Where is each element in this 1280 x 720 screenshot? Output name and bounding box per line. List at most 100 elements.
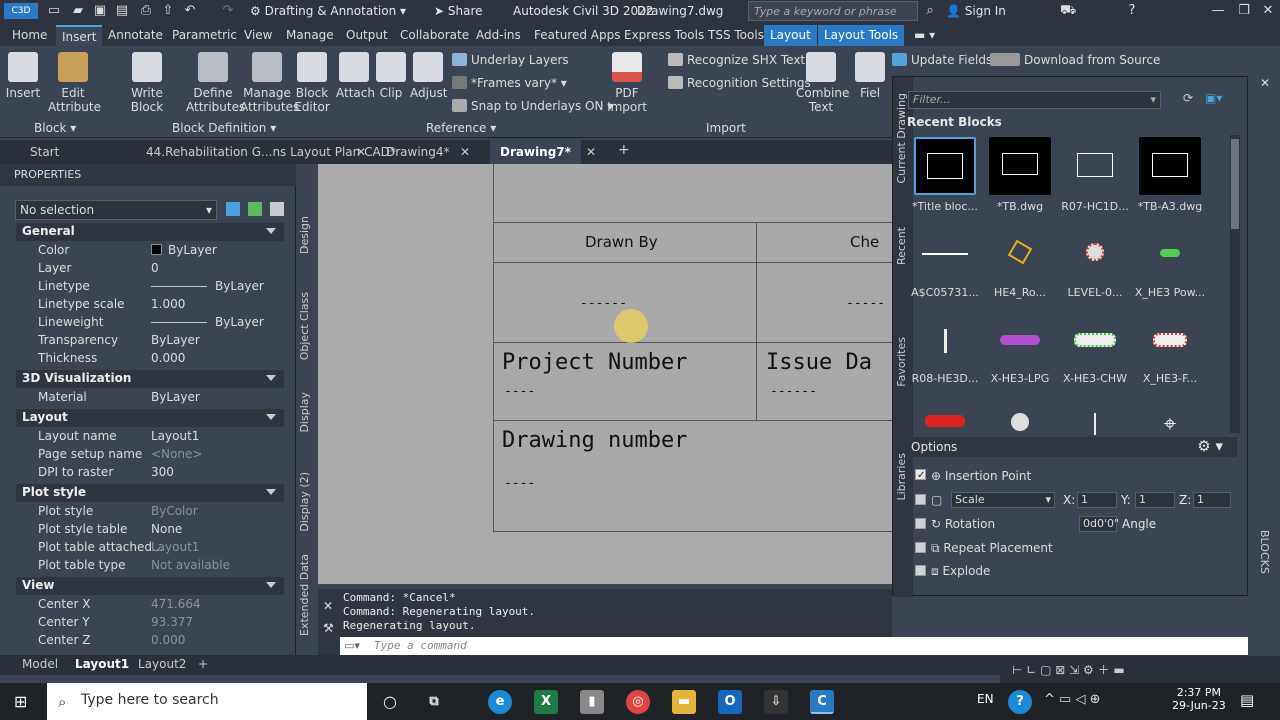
manage-attributes-button[interactable]: Manage Attributes (240, 52, 299, 114)
ribbon-toggle-icon[interactable]: ▬ ▾ (914, 28, 935, 42)
checkbox-icon[interactable] (915, 518, 926, 529)
tab-tss-tools[interactable]: TSS Tools (708, 28, 764, 42)
new-icon[interactable]: ▭ (46, 3, 62, 19)
side-tab-recent[interactable]: Recent (895, 227, 908, 265)
status-icons[interactable]: ⊢ ∟ ▢ ⊠ ⇲ ⚙ ＋ ▬ (1012, 661, 1125, 678)
block-thumb[interactable] (1064, 225, 1126, 283)
notifications-icon[interactable]: ▤ (1240, 691, 1254, 709)
rotation-input[interactable]: 0d0'0" (1079, 516, 1119, 532)
block-thumb[interactable] (914, 401, 976, 435)
doc-tab-close-icon[interactable]: ✕ (460, 145, 470, 159)
insert-button[interactable]: Insert (4, 52, 42, 100)
field-button[interactable]: Fiel (852, 52, 888, 100)
update-fields-button[interactable]: Update Fields (892, 52, 992, 68)
prop-row-layout-name[interactable]: Layout name Layout1 (16, 428, 284, 445)
block-thumb[interactable] (1064, 137, 1126, 195)
prop-row-linetype[interactable]: Linetype ByLayer (16, 278, 284, 295)
option-repeat-placement[interactable]: ⧉ Repeat Placement (915, 541, 1053, 556)
file-explorer-icon[interactable]: ▬ (672, 690, 696, 714)
prop-row-plot-table-type[interactable]: Plot table type Not available (16, 557, 284, 574)
write-block-button[interactable]: Write Block (116, 52, 178, 114)
option-insertion-point[interactable]: ⊕ Insertion Point (915, 469, 1031, 483)
help-search-input[interactable]: Type a keyword or phrase (748, 1, 918, 21)
combine-text-button[interactable]: Combine Text (796, 52, 849, 114)
open-icon[interactable]: ▰ (70, 3, 86, 19)
save-as-icon[interactable]: ▤ (114, 3, 130, 19)
prop-row-center-y[interactable]: Center Y 93.377 (16, 614, 284, 631)
frames-vary-dropdown[interactable]: *Frames vary* ▾ (452, 75, 567, 91)
new-tab-icon[interactable]: + (618, 142, 630, 158)
cart-icon[interactable]: ⛟ (1060, 3, 1076, 19)
customize-command-icon[interactable]: ⚒ (323, 621, 334, 635)
tab-collaborate[interactable]: Collaborate (400, 28, 469, 42)
block-thumb[interactable] (1139, 137, 1201, 195)
layout-tab-layout2[interactable]: Layout2 (138, 657, 186, 671)
block-thumb[interactable] (1139, 313, 1201, 371)
command-input[interactable]: Type a command (340, 637, 1280, 655)
block-thumb[interactable] (989, 401, 1051, 435)
side-tab-display[interactable]: Display (298, 392, 311, 433)
section-view[interactable]: View (16, 577, 284, 595)
plot-icon[interactable]: ⎙ (138, 3, 154, 19)
prop-row-linetype-scale[interactable]: Linetype scale 1.000 (16, 296, 284, 313)
add-layout-icon[interactable]: + (198, 657, 208, 671)
clock[interactable]: 2:37 PM 29-Jun-23 (1172, 686, 1226, 712)
download-from-source-button[interactable]: Download from Source (990, 52, 1160, 68)
tab-express-tools[interactable]: Express Tools (624, 28, 704, 42)
gear-icon[interactable]: ⚙ ▾ (1197, 437, 1223, 455)
scale-y-input[interactable]: 1 (1135, 492, 1175, 508)
tab-layout[interactable]: Layout (764, 25, 817, 46)
checkbox-icon[interactable] (915, 565, 926, 576)
share-icon-small[interactable]: ⇧ (160, 3, 176, 19)
checkbox-icon[interactable] (915, 469, 926, 480)
option-explode[interactable]: ⧈ Explode (915, 564, 990, 579)
prop-row-plot-table-attached[interactable]: Plot table attached... Layout1 (16, 539, 284, 556)
scale-x-input[interactable]: 1 (1077, 492, 1117, 508)
tab-add-ins[interactable]: Add-ins (476, 28, 521, 42)
minimize-icon[interactable]: — (1210, 3, 1226, 19)
tab-featured-apps[interactable]: Featured Apps (534, 28, 620, 42)
tab-parametric[interactable]: Parametric (172, 28, 237, 42)
block-thumb[interactable] (1064, 401, 1126, 435)
app-logo-icon[interactable]: C3D (4, 3, 38, 19)
quick-select-icon[interactable] (270, 202, 284, 216)
help-icon[interactable]: ? (1124, 3, 1140, 19)
checkbox-icon[interactable] (915, 542, 926, 553)
tab-annotate[interactable]: Annotate (108, 28, 163, 42)
prop-row-page-setup[interactable]: Page setup name <None> (16, 446, 284, 463)
redo-icon[interactable]: ↷ (220, 3, 236, 19)
checkbox-icon[interactable] (915, 494, 926, 505)
section-layout[interactable]: Layout (16, 409, 284, 427)
help-tray-icon[interactable]: ? (1008, 690, 1032, 714)
refresh-icon[interactable]: ⟳ (1183, 91, 1193, 105)
windows-start-icon[interactable]: ⊞ (14, 692, 27, 711)
outlook-icon[interactable]: O (718, 690, 742, 714)
civil3d-taskbar-icon[interactable]: C (810, 690, 834, 714)
section-3d-visualization[interactable]: 3D Visualization (16, 370, 284, 388)
side-tab-extended-data[interactable]: Extended Data (298, 554, 311, 636)
doc-tab-close-icon[interactable]: ✕ (356, 145, 366, 159)
tab-layout-tools[interactable]: Layout Tools (818, 25, 905, 46)
block-thumb[interactable] (914, 137, 976, 195)
prop-row-dpi[interactable]: DPI to raster 300 (16, 464, 284, 481)
layout-tab-layout1[interactable]: Layout1 (75, 657, 129, 671)
cortana-icon[interactable]: ○ (378, 690, 402, 714)
clip-button[interactable]: Clip (376, 52, 406, 100)
task-view-icon[interactable]: ⧉ (422, 690, 446, 714)
tray-icons[interactable]: ^ ▭ ◁ ⊕ (1044, 692, 1100, 707)
panel-reference[interactable]: Reference ▾ (426, 121, 496, 135)
section-plot-style[interactable]: Plot style (16, 484, 284, 502)
edge-icon[interactable]: e (488, 690, 512, 714)
prop-row-center-z[interactable]: Center Z 0.000 (16, 632, 284, 644)
close-palette-icon[interactable]: ✕ (1260, 76, 1270, 90)
block-thumb[interactable] (914, 313, 976, 371)
edit-attribute-button[interactable]: Edit Attribute (48, 52, 101, 114)
prop-row-transparency[interactable]: Transparency ByLayer (16, 332, 284, 349)
option-rotation[interactable]: ↻ Rotation (915, 517, 995, 531)
blocks-filter-input[interactable]: Filter... ▾ (908, 91, 1161, 109)
prop-row-color[interactable]: Color ByLayer (16, 242, 284, 259)
scale-z-input[interactable]: 1 (1193, 492, 1231, 508)
block-thumb[interactable] (989, 137, 1051, 195)
undo-icon[interactable]: ↶ (182, 3, 198, 19)
tab-view[interactable]: View (244, 28, 272, 42)
